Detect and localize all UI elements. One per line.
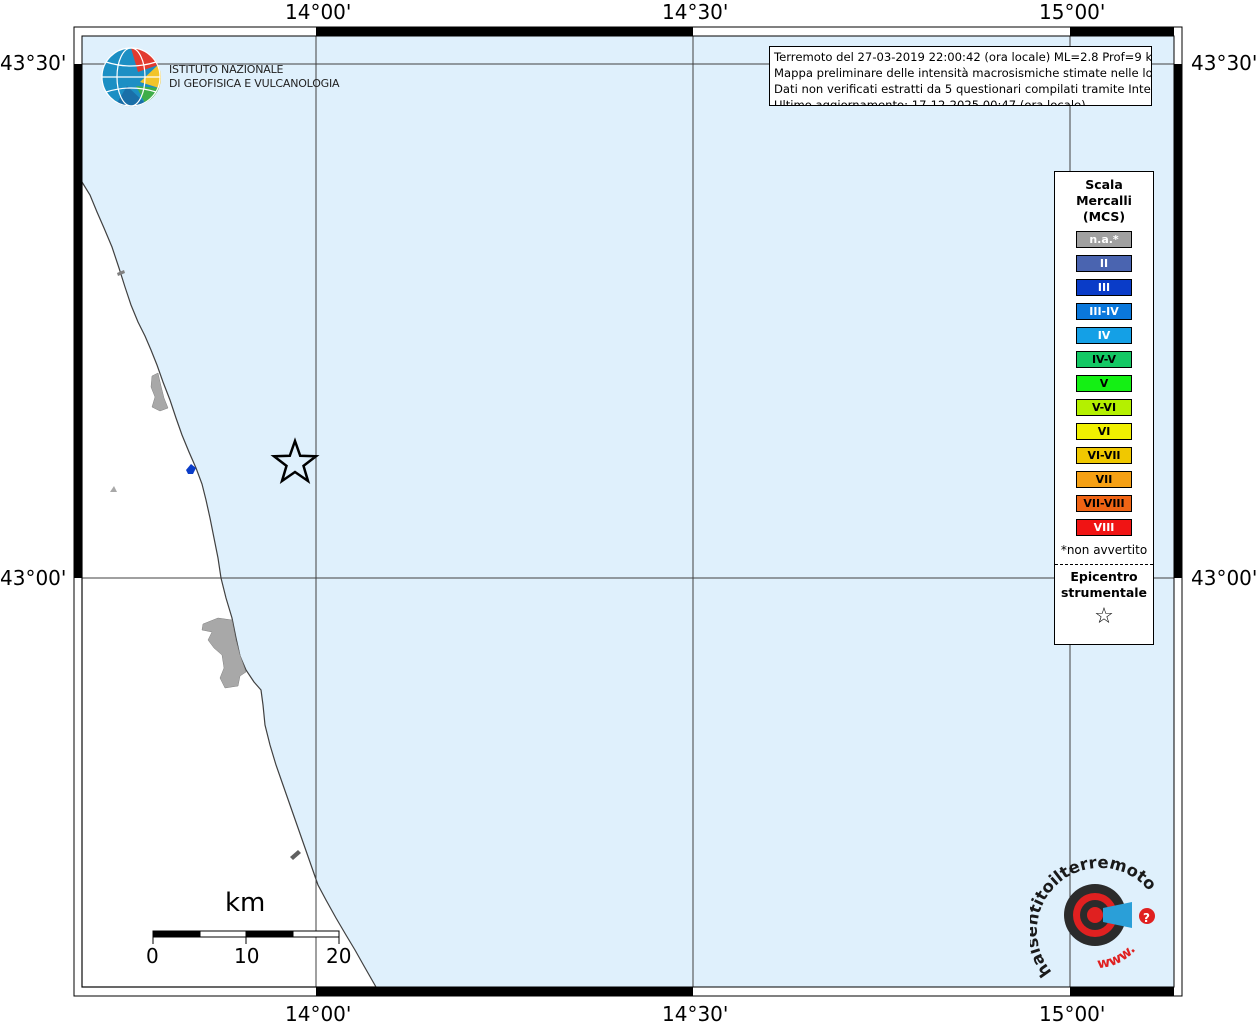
ingv-logo-icon (101, 47, 161, 107)
svg-text:www.: www. (1096, 941, 1139, 972)
legend-item-8: VI (1076, 423, 1132, 440)
lon-label-top-3: 15°00' (1039, 0, 1106, 24)
lon-label-bottom-3: 15°00' (1039, 1002, 1106, 1026)
legend-epicenter-line-2: strumentale (1060, 585, 1148, 600)
legend-item-2: III (1076, 279, 1132, 296)
lon-label-bottom-2: 14°30' (662, 1002, 729, 1026)
lat-label-left-2: 43°00' (0, 566, 67, 590)
hsit-logo-text: haisentitoilterremoto.it www. ? (1030, 850, 1160, 980)
legend-epicenter-label: Epicentro strumentale (1055, 569, 1153, 601)
event-info-line-1: Terremoto del 27-03-2019 22:00:42 (ora l… (774, 50, 1152, 64)
svg-text:haisentitoilterremoto.it: haisentitoilterremoto.it (1030, 850, 1160, 980)
legend-item-6: V (1076, 375, 1132, 392)
legend-star-icon: ☆ (1094, 604, 1114, 629)
legend-item-7: V-VI (1076, 399, 1132, 416)
event-info-line-3: Dati non verificati estratti da 5 questi… (774, 82, 1152, 96)
event-info-box: Terremoto del 27-03-2019 22:00:42 (ora l… (769, 46, 1152, 106)
ingv-line-2: DI GEOFISICA E VULCANOLOGIA (169, 77, 340, 90)
scale-bar-unit: km (225, 888, 266, 918)
legend-item-4: IV (1076, 327, 1132, 344)
legend-item-9: VI-VII (1076, 447, 1132, 464)
legend-title-line-2: Mercalli (1076, 193, 1132, 208)
legend-items: n.a.* II III III-IV IV IV-V V V-VI VI VI-VII VII VI… (1055, 231, 1153, 536)
legend-item-12: VIII (1076, 519, 1132, 536)
legend-item-1: II (1076, 255, 1132, 272)
lat-label-left-1: 43°30' (0, 51, 67, 75)
scale-bar-tick-10: 10 (234, 944, 260, 968)
ingv-line-1: ISTITUTO NAZIONALE (169, 63, 284, 76)
mcs-legend: Scala Mercalli (MCS) n.a.* II III III-IV IV I… (1054, 171, 1154, 645)
lon-label-top-2: 14°30' (662, 0, 729, 24)
legend-separator (1055, 564, 1153, 565)
legend-title-line-1: Scala (1085, 177, 1123, 192)
hsit-logo-mark: ? (1143, 911, 1150, 925)
scale-bar-tick-20: 20 (326, 944, 352, 968)
lat-label-right-1: 43°30' (1191, 51, 1256, 75)
legend-title: Scala Mercalli (MCS) (1055, 177, 1153, 225)
legend-item-0: n.a.* (1076, 231, 1132, 248)
legend-item-3: III-IV (1076, 303, 1132, 320)
legend-note: *non avvertito (1060, 543, 1148, 557)
lon-label-bottom-1: 14°00' (285, 1002, 352, 1026)
legend-epicenter-line-1: Epicentro (1070, 569, 1138, 584)
ingv-logo-text: ISTITUTO NAZIONALE DI GEOFISICA E VULCAN… (169, 63, 340, 91)
legend-item-10: VII (1076, 471, 1132, 488)
map-root: 14°00' 14°30' 15°00' 14°00' 14°30' 15°00… (0, 0, 1256, 1026)
legend-item-5: IV-V (1076, 351, 1132, 368)
legend-item-11: VII-VIII (1076, 495, 1132, 512)
event-info-line-4: Ultimo aggiornamento: 17-12-2025 00:47 (… (774, 98, 1086, 106)
scale-bar-tick-0: 0 (146, 944, 159, 968)
event-info-line-2: Mappa preliminare delle intensità macros… (774, 66, 1152, 80)
hsit-logo-text-bottom: www. (1096, 941, 1139, 972)
legend-title-line-3: (MCS) (1082, 209, 1126, 224)
hsit-logo-text-top: haisentitoilterremoto.it (1030, 850, 1160, 980)
lat-label-right-2: 43°00' (1191, 566, 1256, 590)
lon-label-top-1: 14°00' (285, 0, 352, 24)
